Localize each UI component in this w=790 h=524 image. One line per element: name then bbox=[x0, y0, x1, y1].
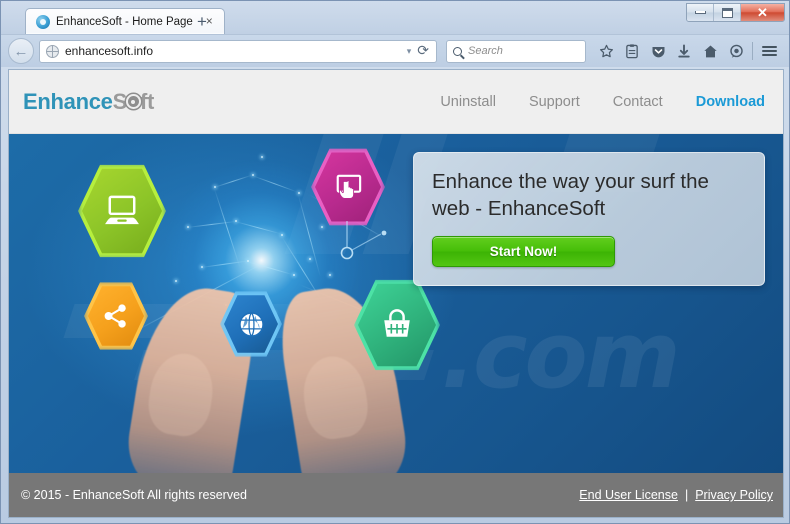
tab-strip: EnhanceSoft - Home Page × + ✕ bbox=[1, 1, 789, 34]
hero-heading: Enhance the way your surf the web - Enha… bbox=[432, 170, 709, 220]
url-text: enhancesoft.info bbox=[65, 44, 154, 58]
downloads-icon[interactable] bbox=[671, 39, 697, 63]
nav-item-download[interactable]: Download bbox=[696, 94, 765, 110]
sync-chat-icon[interactable] bbox=[723, 39, 749, 63]
address-bar[interactable]: enhancesoft.info ▾ ⟳ bbox=[39, 39, 437, 63]
logo-text-soft: S ft bbox=[112, 88, 155, 115]
site-footer: © 2015 - EnhanceSoft All rights reserved… bbox=[9, 473, 783, 517]
navigation-toolbar: ← enhancesoft.info ▾ ⟳ Search bbox=[1, 34, 789, 67]
tab-title: EnhanceSoft - Home Page bbox=[56, 15, 193, 28]
page-viewport: Enhance S ft Uninstall Support Contact D… bbox=[8, 69, 784, 518]
watermark-text: .com bbox=[441, 302, 681, 409]
nav-item-uninstall[interactable]: Uninstall bbox=[440, 94, 496, 110]
reload-icon[interactable]: ⟳ bbox=[417, 43, 432, 59]
end-user-license-link[interactable]: End User License bbox=[579, 488, 678, 502]
chevron-down-icon[interactable]: ▾ bbox=[401, 46, 418, 57]
back-button[interactable]: ← bbox=[8, 38, 34, 64]
home-icon[interactable] bbox=[697, 39, 723, 63]
nav-item-contact[interactable]: Contact bbox=[613, 94, 663, 110]
hero-banner: .com Enhance the way your surf the web -… bbox=[9, 134, 783, 474]
pocket-icon[interactable] bbox=[645, 39, 671, 63]
privacy-policy-link[interactable]: Privacy Policy bbox=[695, 488, 773, 502]
maximize-icon bbox=[721, 7, 733, 18]
new-tab-button[interactable]: + bbox=[193, 13, 211, 31]
logo-text-enhance: Enhance bbox=[23, 88, 113, 114]
maximize-button[interactable] bbox=[714, 4, 741, 21]
copyright-text: © 2015 - EnhanceSoft All rights reserved bbox=[21, 488, 248, 502]
search-icon bbox=[453, 46, 462, 56]
minimize-button[interactable] bbox=[687, 4, 714, 21]
site-identity-globe-icon bbox=[46, 44, 59, 58]
logo-letters-ft: ft bbox=[139, 88, 155, 114]
logo-letter-s: S bbox=[112, 88, 128, 114]
start-now-button[interactable]: Start Now! bbox=[432, 236, 615, 268]
window-controls: ✕ bbox=[686, 3, 785, 22]
search-input[interactable]: Search bbox=[446, 39, 586, 63]
nav-item-support[interactable]: Support bbox=[529, 94, 580, 110]
hero-promo-card: Enhance the way your surf the web - Enha… bbox=[413, 152, 765, 287]
reading-list-icon[interactable] bbox=[619, 39, 645, 63]
search-placeholder: Search bbox=[468, 45, 503, 57]
toolbar-icons bbox=[593, 39, 782, 63]
site-logo[interactable]: Enhance S ft bbox=[23, 89, 154, 115]
bookmark-star-icon[interactable] bbox=[593, 39, 619, 63]
menu-hamburger-icon[interactable] bbox=[756, 39, 782, 63]
globe-favicon-icon bbox=[36, 14, 50, 29]
toolbar-divider bbox=[752, 42, 753, 60]
hamburger-bars bbox=[761, 46, 777, 56]
touchscreen-connector-line bbox=[340, 221, 387, 260]
footer-links: End User License | Privacy Policy bbox=[579, 488, 773, 502]
browser-window: EnhanceSoft - Home Page × + ✕ ← enhances… bbox=[0, 0, 790, 524]
site-header: Enhance S ft Uninstall Support Contact D… bbox=[9, 70, 783, 134]
gear-icon bbox=[127, 96, 139, 107]
site-navigation: Uninstall Support Contact Download bbox=[440, 94, 765, 110]
minimize-icon bbox=[694, 11, 706, 14]
footer-separator: | bbox=[684, 488, 689, 502]
close-window-button[interactable]: ✕ bbox=[741, 4, 784, 21]
